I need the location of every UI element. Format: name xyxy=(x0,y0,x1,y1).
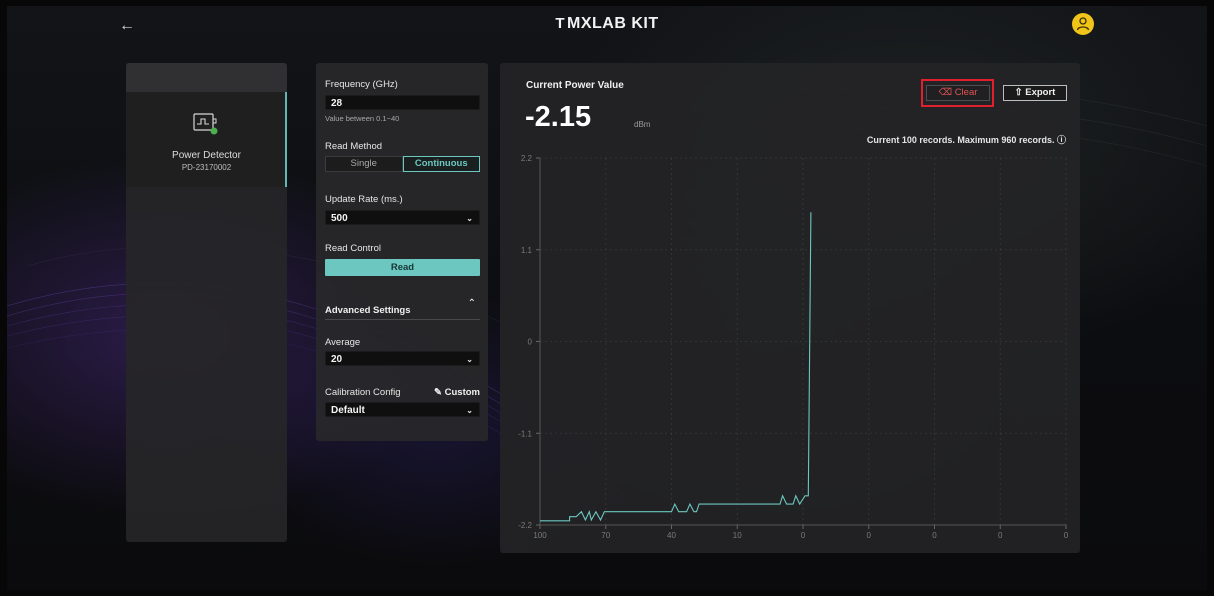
update-rate-value: 500 xyxy=(331,213,348,224)
x-tick-label: 0 xyxy=(867,531,872,540)
frequency-input[interactable]: 28 xyxy=(325,95,480,110)
chevron-down-icon: ⌄ xyxy=(466,214,473,223)
x-tick-label: 70 xyxy=(601,531,610,540)
top-bar: ← T MXLAB KIT xyxy=(7,6,1207,46)
average-label: Average xyxy=(325,337,361,348)
read-method-label: Read Method xyxy=(325,141,383,152)
y-tick-label: 0 xyxy=(528,338,533,347)
calibration-value: Default xyxy=(331,405,365,416)
y-tick-label: -2.2 xyxy=(518,521,532,530)
status-dot xyxy=(210,127,218,135)
read-button[interactable]: Read xyxy=(325,259,480,276)
custom-calibration-link[interactable]: ✎ Custom xyxy=(434,387,480,398)
read-method-single[interactable]: Single xyxy=(325,156,403,172)
y-tick-label: 2.2 xyxy=(521,154,533,163)
device-list-panel: Power Detector PD-23170002 xyxy=(126,63,287,542)
user-icon xyxy=(1076,17,1090,31)
calibration-label: Calibration Config xyxy=(325,387,401,398)
power-series-line xyxy=(540,212,812,522)
device-list-header xyxy=(126,63,287,92)
device-name: Power Detector xyxy=(172,150,241,161)
device-id: PD-23170002 xyxy=(181,163,232,172)
average-value: 20 xyxy=(331,354,343,365)
frequency-label: Frequency (GHz) xyxy=(325,79,398,90)
calibration-select[interactable]: Default ⌄ xyxy=(325,402,480,417)
power-line-chart: 2.21.10-1.1-2.2100 70 40 10 0 0 0 0 0 xyxy=(518,154,1069,540)
update-rate-select[interactable]: 500 ⌄ xyxy=(325,210,480,225)
x-tick-label: 0 xyxy=(801,531,806,540)
edit-icon: ✎ xyxy=(434,387,442,398)
y-tick-label: -1.1 xyxy=(518,429,532,438)
x-tick-label: 10 xyxy=(733,531,742,540)
average-select[interactable]: 20 ⌄ xyxy=(325,351,480,366)
advanced-settings-label: Advanced Settings xyxy=(325,305,411,316)
power-chart-panel: Current Power Value -2.15 dBm ⌫ Clear ⇧ … xyxy=(500,63,1080,553)
read-method-toggle: Single Continuous xyxy=(325,156,480,172)
brand-logo: T MXLAB KIT xyxy=(7,15,1207,33)
chevron-up-icon: ⌃ xyxy=(467,298,476,309)
x-tick-label: 100 xyxy=(533,531,547,540)
x-tick-label: 0 xyxy=(932,531,937,540)
chevron-down-icon: ⌄ xyxy=(466,406,473,415)
y-tick-label: 1.1 xyxy=(521,246,533,255)
user-avatar-button[interactable] xyxy=(1072,13,1094,35)
brand-name: MXLAB KIT xyxy=(567,15,659,32)
custom-label: Custom xyxy=(444,387,480,398)
device-card-power-detector[interactable]: Power Detector PD-23170002 xyxy=(126,92,287,187)
frequency-hint: Value between 0.1~40 xyxy=(325,114,400,123)
settings-panel: Frequency (GHz) 28 Value between 0.1~40 … xyxy=(316,63,488,441)
chevron-down-icon: ⌄ xyxy=(466,355,473,364)
update-rate-label: Update Rate (ms.) xyxy=(325,194,403,205)
x-tick-label: 0 xyxy=(998,531,1003,540)
brand-mark: T xyxy=(555,15,566,32)
power-detector-icon xyxy=(193,113,218,135)
x-tick-label: 40 xyxy=(667,531,676,540)
read-method-continuous[interactable]: Continuous xyxy=(402,156,480,172)
read-control-label: Read Control xyxy=(325,243,381,254)
x-tick-label: 0 xyxy=(1064,531,1069,540)
advanced-settings-toggle[interactable]: Advanced Settings ⌃ xyxy=(325,298,480,320)
app-window: ← T MXLAB KIT Power Detector PD-23170002 … xyxy=(7,6,1207,590)
